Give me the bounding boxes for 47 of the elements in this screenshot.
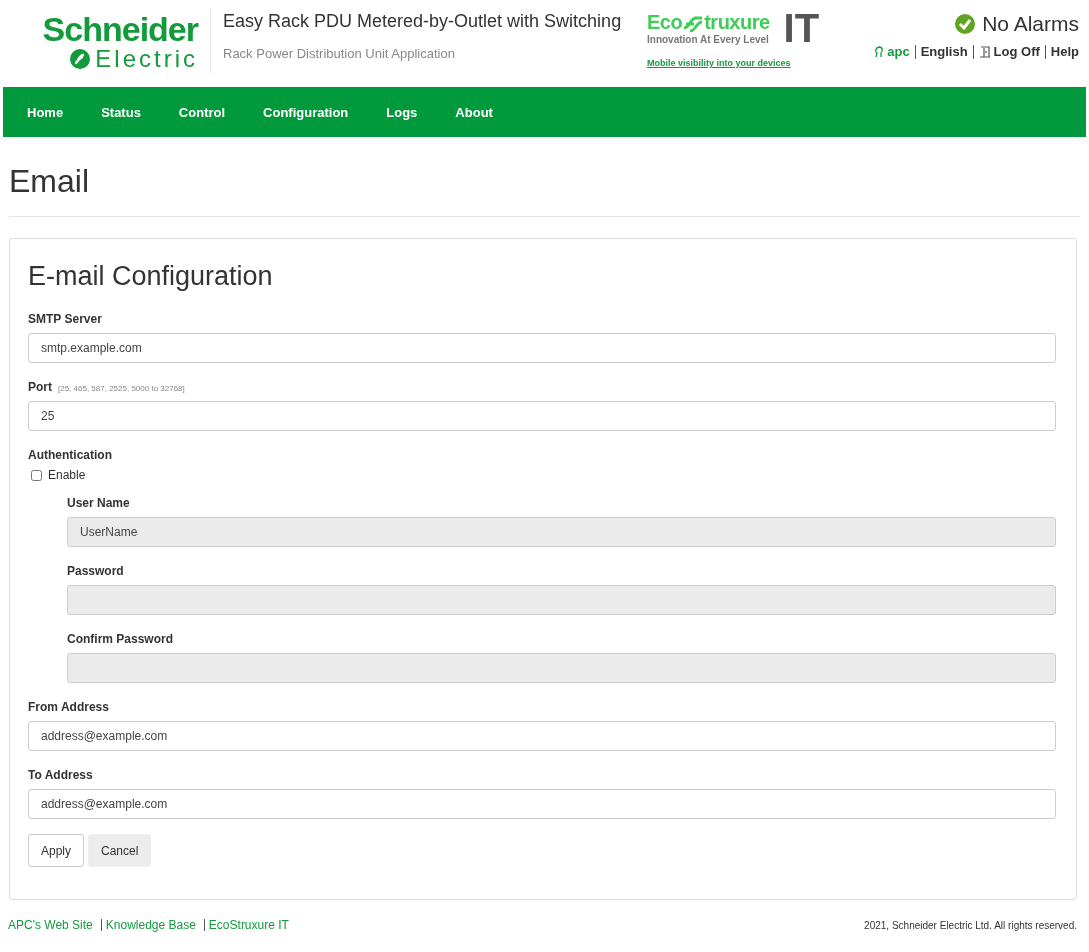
- header-link[interactable]: Help: [1050, 44, 1079, 59]
- eco-logo-text: Eco: [647, 11, 683, 34]
- input-field[interactable]: smtp.example.com: [28, 333, 1056, 363]
- cancel-button[interactable]: Cancel: [88, 834, 152, 867]
- nav-item[interactable]: About: [455, 104, 493, 120]
- panel-title: E-mail Configuration: [28, 261, 274, 292]
- field-label: Confirm Password: [67, 632, 174, 646]
- page-title: Email: [9, 163, 90, 200]
- brand-logo-text: Electric: [95, 46, 198, 72]
- nav-item[interactable]: Control: [178, 104, 226, 120]
- alarm-status: No Alarms: [982, 12, 1079, 36]
- eco-logo-text: truxure: [704, 11, 770, 34]
- apply-button[interactable]: Apply: [28, 834, 85, 867]
- field-hint: [25, 465, 587, 2525, 5000 to 32768]: [58, 384, 185, 393]
- footer-link[interactable]: APC's Web Site: [8, 918, 93, 932]
- check-icon: [954, 13, 977, 35]
- mobile-link[interactable]: Mobile visibility into your devices: [647, 58, 847, 68]
- nav-item[interactable]: Home: [27, 104, 64, 120]
- input-field[interactable]: address@example.com: [28, 721, 1056, 751]
- field-label: Port: [28, 380, 52, 394]
- eco-logo-text: IT: [783, 10, 820, 46]
- enable-checkbox[interactable]: Enable: [31, 468, 1056, 482]
- footer-link[interactable]: EcoStruxure IT: [208, 918, 289, 932]
- nav-item[interactable]: Status: [101, 104, 141, 120]
- user-icon: [874, 45, 885, 58]
- input-field[interactable]: address@example.com: [28, 789, 1056, 819]
- door-icon: [978, 45, 991, 58]
- eco-tagline: Innovation At Every Level: [647, 34, 770, 45]
- brand-logo-text: Schneider: [42, 12, 198, 46]
- app-title: Easy Rack PDU Metered-by-Outlet with Switching: [223, 11, 623, 32]
- field-label: Password: [67, 564, 124, 578]
- footer-link[interactable]: Knowledge Base: [105, 918, 196, 932]
- nav-item[interactable]: Logs: [386, 104, 418, 120]
- field-label: To Address: [28, 768, 93, 782]
- input-field[interactable]: 25: [28, 401, 1056, 431]
- nav-item[interactable]: Configuration: [263, 104, 349, 120]
- field-label: User Name: [67, 496, 130, 510]
- user-link[interactable]: apc: [874, 44, 910, 59]
- brand-logo-icon: [69, 48, 92, 70]
- header-link[interactable]: English: [920, 44, 968, 59]
- copyright: 2021, Schneider Electric Ltd. All rights reserved.: [864, 919, 1077, 931]
- section-label: Authentication: [28, 448, 112, 462]
- logoff-link[interactable]: Log Off: [978, 44, 1040, 59]
- app-subtitle: Rack Power Distribution Unit Application: [223, 46, 456, 61]
- field-label: SMTP Server: [28, 312, 102, 326]
- checkbox[interactable]: [31, 469, 42, 481]
- field-label: From Address: [28, 700, 109, 714]
